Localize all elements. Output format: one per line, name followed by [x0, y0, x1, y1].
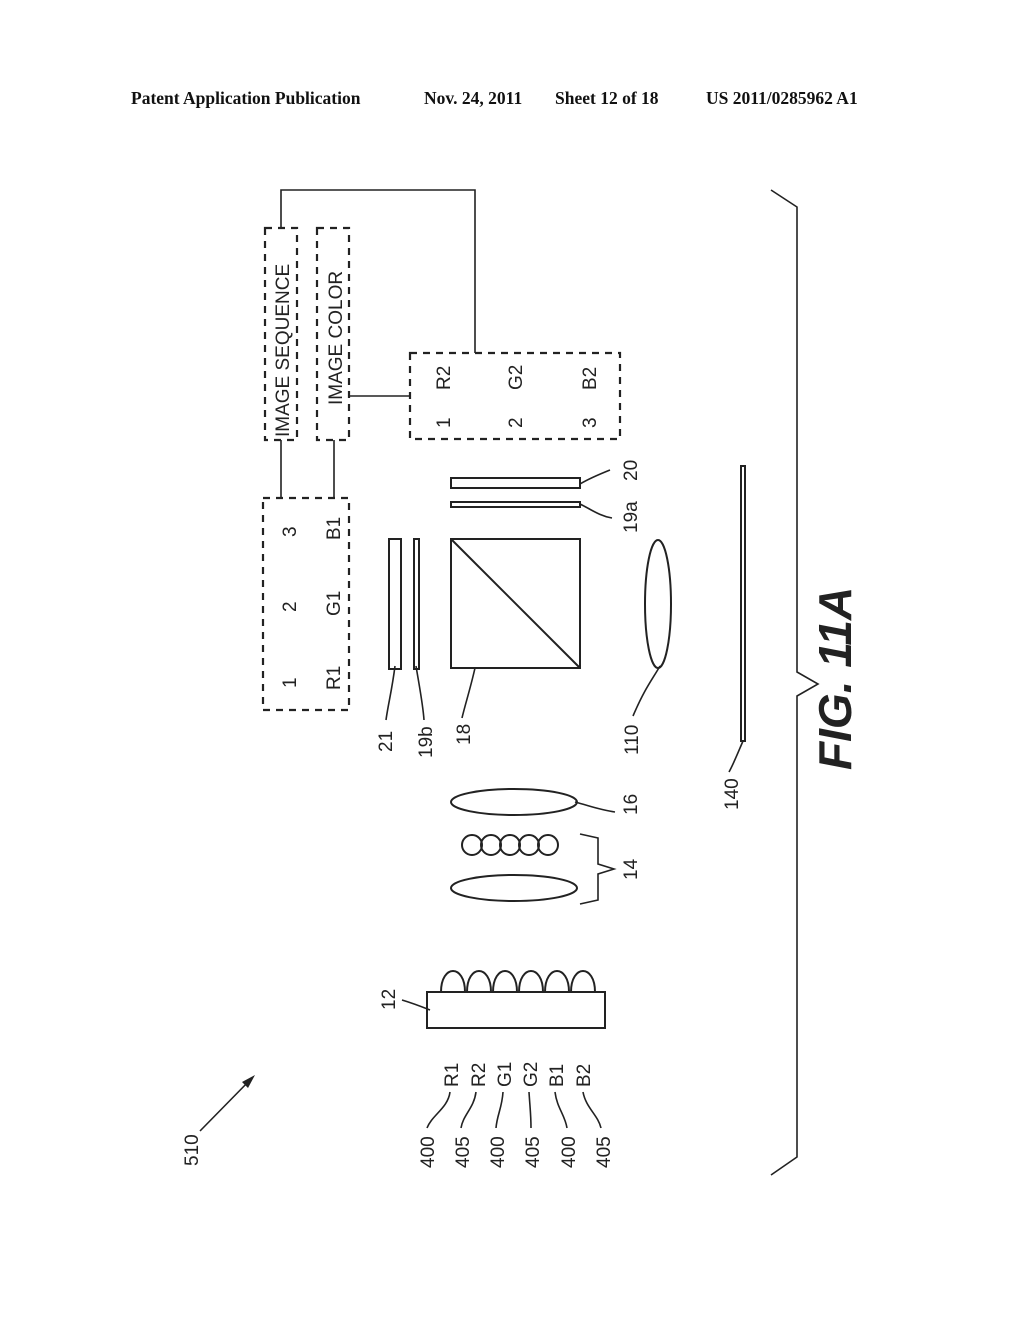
lens-circle — [518, 834, 540, 856]
lens-circle — [537, 834, 559, 856]
projection-lens-110 — [644, 539, 672, 669]
second-selector-color-b2: B2 — [580, 367, 601, 390]
led-dome — [466, 970, 492, 993]
screen-leader — [728, 740, 744, 773]
lens-group-brace — [579, 833, 617, 905]
first-selector-color-b1: B1 — [324, 517, 345, 540]
led-ref-b1: 400 — [559, 1136, 580, 1168]
second-selector-color-r2: R2 — [434, 366, 455, 390]
beam-splitter-diagonal — [450, 538, 581, 669]
second-selector-slot-1: 1 — [434, 417, 455, 428]
polarizer-19b-label: 19b — [416, 726, 437, 758]
led-color-b1: B1 — [547, 1064, 568, 1087]
system-ref-label: 510 — [182, 1134, 203, 1166]
led-leader — [528, 1091, 532, 1129]
led-dome — [544, 970, 570, 993]
first-selector-slot-2: 2 — [280, 601, 301, 612]
projection-lens-leader — [632, 665, 661, 717]
first-selector-slot-3: 3 — [280, 526, 301, 537]
beam-splitter-leader — [461, 667, 476, 719]
second-selector-slot-3: 3 — [580, 417, 601, 428]
second-selector-slot-2: 2 — [506, 417, 527, 428]
screen-140 — [740, 465, 746, 742]
condenser-lens-label: 16 — [621, 794, 642, 815]
condenser-lens-leader — [574, 801, 616, 813]
led-color-g2: G2 — [521, 1062, 542, 1087]
lens-circle — [480, 834, 502, 856]
led-dome — [570, 970, 596, 993]
led-ref-r2: 405 — [453, 1136, 474, 1168]
led-array-leader — [401, 999, 431, 1011]
second-selector-color-g2: G2 — [506, 365, 527, 390]
led-dome — [518, 970, 544, 993]
led-color-r2: R2 — [469, 1063, 490, 1087]
polarizer-19a-leader — [579, 503, 613, 519]
display-20 — [450, 477, 581, 489]
lens-group-14-circles — [461, 834, 559, 856]
lens-group-14-ellipse — [450, 874, 578, 902]
led-leader — [426, 1091, 451, 1129]
display-20-label: 20 — [621, 460, 642, 481]
polarizer-19a-label: 19a — [621, 501, 642, 533]
sequence-connector — [280, 189, 476, 353]
display-21 — [388, 538, 402, 670]
led-leader — [582, 1091, 602, 1129]
led-leader — [554, 1091, 568, 1129]
lens-circle — [461, 834, 483, 856]
led-labels: R1 R2 G1 G2 B1 B2 400 405 400 405 400 40… — [418, 1062, 615, 1168]
display-21-label: 21 — [376, 731, 397, 752]
led-color-g1: G1 — [495, 1062, 516, 1087]
figure-label: FIG. 11A — [809, 587, 861, 770]
first-selector-slot-1: 1 — [280, 677, 301, 688]
first-selector-color-g1: G1 — [324, 591, 345, 616]
display-21-leader — [385, 665, 396, 721]
condenser-lens-16 — [450, 788, 578, 816]
led-ref-g2: 405 — [523, 1136, 544, 1168]
screen-label: 140 — [722, 778, 743, 810]
image-color-label: IMAGE COLOR — [326, 271, 347, 405]
led-ref-b2: 405 — [594, 1136, 615, 1168]
polarizer-19b — [413, 538, 420, 670]
led-array-label: 12 — [379, 989, 400, 1010]
image-sequence-label: IMAGE SEQUENCE — [273, 264, 294, 437]
polarizer-19a — [450, 501, 581, 508]
patent-drawing: IMAGE SEQUENCE IMAGE COLOR 1 2 3 R2 G2 B… — [182, 189, 861, 1176]
polarizer-19b-leader — [415, 665, 425, 721]
led-leader — [495, 1091, 504, 1129]
led-color-b2: B2 — [574, 1064, 595, 1087]
display-20-leader — [579, 469, 611, 485]
beam-splitter-label: 18 — [454, 724, 475, 745]
led-array-12 — [426, 991, 606, 1029]
led-domes — [440, 970, 596, 993]
led-dome — [440, 970, 466, 993]
led-ref-g1: 400 — [488, 1136, 509, 1168]
system-arrow-shaft — [199, 1077, 253, 1132]
led-dome — [492, 970, 518, 993]
led-color-r1: R1 — [442, 1063, 463, 1087]
first-selector-color-r1: R1 — [324, 666, 345, 690]
led-ref-r1: 400 — [418, 1136, 439, 1168]
lens-circle — [499, 834, 521, 856]
led-leader — [460, 1091, 477, 1129]
projection-lens-label: 110 — [622, 725, 643, 755]
lens-group-label: 14 — [621, 858, 642, 880]
